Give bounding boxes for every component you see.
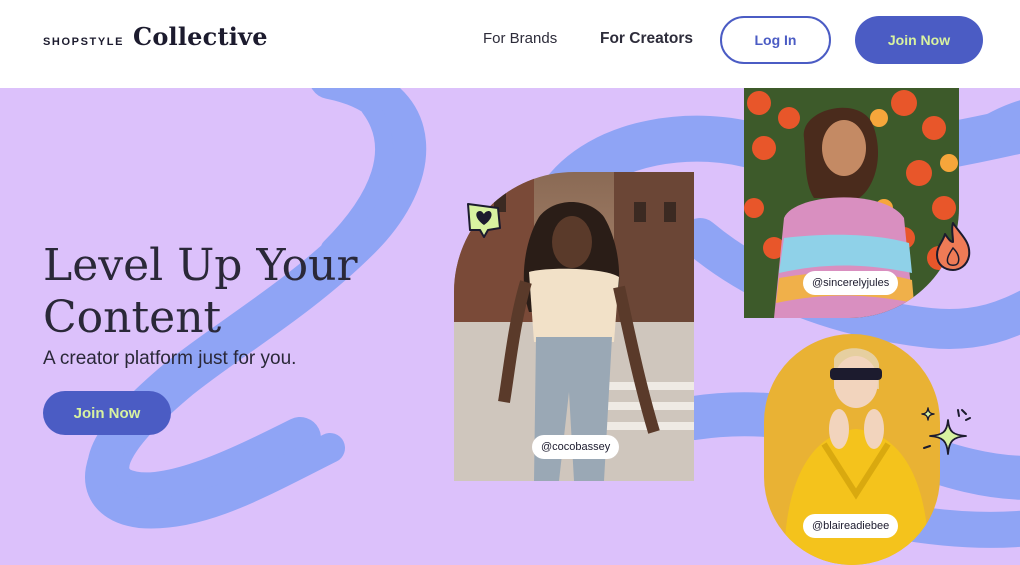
hero-section: Level Up Your Content A creator platform… [0,88,1020,565]
flame-icon [936,222,971,271]
nav-for-creators[interactable]: For Creators [600,30,693,48]
sparkle-icon [921,407,971,455]
logo-collective: Collective [133,22,268,51]
logo[interactable]: SHOPSTYLE Collective [43,22,268,51]
join-now-button-hero[interactable]: Join Now [43,391,171,435]
logo-shopstyle: SHOPSTYLE [43,36,125,48]
site-header: SHOPSTYLE Collective For Brands For Crea… [0,0,1020,88]
creator-handle-tag: @sincerelyjules [803,271,899,295]
creator-handle-tag: @cocobassey [532,435,620,459]
heart-bubble-icon [467,203,501,238]
join-now-button-header[interactable]: Join Now [855,16,983,64]
hero-title: Level Up Your Content [43,240,358,343]
login-button[interactable]: Log In [720,16,831,64]
hero-subtitle: A creator platform just for you. [43,348,297,369]
creator-handle-tag: @blaireadiebee [803,514,899,538]
nav-for-brands[interactable]: For Brands [483,30,557,47]
